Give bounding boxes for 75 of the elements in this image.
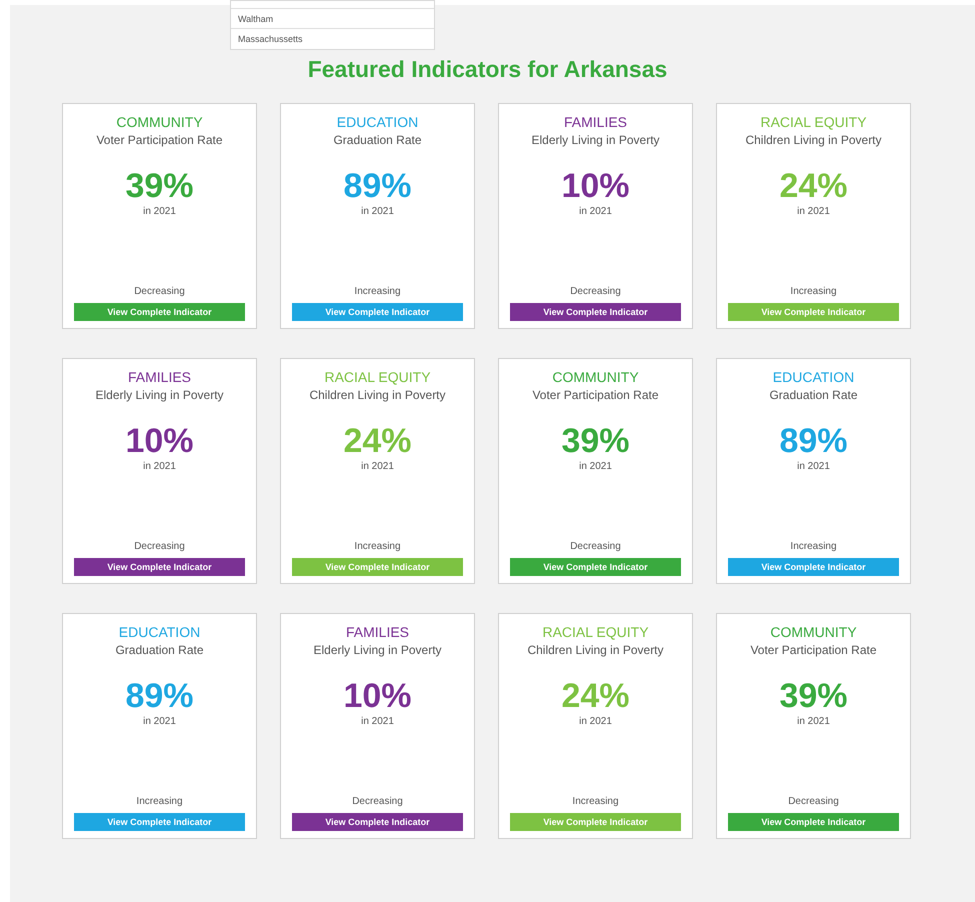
view-indicator-button[interactable]: View Complete Indicator bbox=[74, 303, 245, 321]
trend-label: Increasing bbox=[572, 795, 619, 809]
indicator-value: 10% bbox=[561, 167, 630, 205]
indicator-name: Graduation Rate bbox=[115, 642, 204, 659]
page-heading: Featured Indicators for Arkansas bbox=[308, 55, 668, 84]
view-indicator-button[interactable]: View Complete Indicator bbox=[728, 303, 899, 321]
category-label: COMMUNITY bbox=[552, 368, 639, 386]
list-item[interactable]: Massachussetts bbox=[231, 29, 434, 49]
view-indicator-button[interactable]: View Complete Indicator bbox=[292, 813, 463, 831]
indicator-value: 89% bbox=[125, 677, 194, 715]
view-indicator-button[interactable]: View Complete Indicator bbox=[292, 303, 463, 321]
indicator-value: 24% bbox=[779, 167, 848, 205]
indicator-name: Elderly Living in Poverty bbox=[531, 132, 660, 149]
trend-label: Increasing bbox=[136, 795, 183, 809]
view-indicator-button[interactable]: View Complete Indicator bbox=[728, 813, 899, 831]
year-label: in 2021 bbox=[797, 715, 830, 729]
indicator-name: Graduation Rate bbox=[769, 387, 858, 404]
category-label: COMMUNITY bbox=[770, 623, 857, 641]
indicator-value: 39% bbox=[125, 167, 194, 205]
indicator-value: 24% bbox=[343, 422, 412, 460]
category-label: EDUCATION bbox=[118, 623, 200, 641]
trend-label: Decreasing bbox=[788, 795, 839, 809]
trend-label: Decreasing bbox=[134, 285, 185, 299]
indicator-value: 89% bbox=[779, 422, 848, 460]
year-label: in 2021 bbox=[579, 715, 612, 729]
view-indicator-button[interactable]: View Complete Indicator bbox=[292, 558, 463, 576]
category-label: RACIAL EQUITY bbox=[324, 368, 431, 386]
indicator-name: Voter Participation Rate bbox=[96, 132, 223, 149]
category-label: EDUCATION bbox=[772, 368, 854, 386]
year-label: in 2021 bbox=[797, 460, 830, 474]
trend-label: Increasing bbox=[790, 285, 837, 299]
indicator-name: Graduation Rate bbox=[333, 132, 422, 149]
trend-label: Increasing bbox=[354, 540, 401, 554]
trend-label: Decreasing bbox=[134, 540, 185, 554]
indicator-value: 89% bbox=[343, 167, 412, 205]
year-label: in 2021 bbox=[797, 205, 830, 219]
list-item[interactable]: Waltham bbox=[231, 9, 434, 29]
year-label: in 2021 bbox=[143, 460, 176, 474]
category-label: RACIAL EQUITY bbox=[760, 113, 867, 131]
year-label: in 2021 bbox=[143, 205, 176, 219]
trend-label: Increasing bbox=[354, 285, 401, 299]
year-label: in 2021 bbox=[143, 715, 176, 729]
indicator-name: Children Living in Poverty bbox=[309, 387, 446, 404]
trend-label: Decreasing bbox=[352, 795, 403, 809]
trend-label: Increasing bbox=[790, 540, 837, 554]
indicator-name: Elderly Living in Poverty bbox=[95, 387, 224, 404]
year-label: in 2021 bbox=[361, 205, 394, 219]
indicator-name: Children Living in Poverty bbox=[745, 132, 882, 149]
indicator-value: 39% bbox=[779, 677, 848, 715]
view-indicator-button[interactable]: View Complete Indicator bbox=[510, 558, 681, 576]
category-label: FAMILIES bbox=[128, 368, 192, 386]
indicator-value: 10% bbox=[125, 422, 194, 460]
trend-label: Decreasing bbox=[570, 285, 621, 299]
category-label: COMMUNITY bbox=[116, 113, 203, 131]
indicator-name: Children Living in Poverty bbox=[527, 642, 664, 659]
trend-label: Decreasing bbox=[570, 540, 621, 554]
year-label: in 2021 bbox=[579, 460, 612, 474]
year-label: in 2021 bbox=[579, 205, 612, 219]
view-indicator-button[interactable]: View Complete Indicator bbox=[74, 813, 245, 831]
view-indicator-button[interactable]: View Complete Indicator bbox=[510, 813, 681, 831]
view-indicator-button[interactable]: View Complete Indicator bbox=[728, 558, 899, 576]
indicator-value: 10% bbox=[343, 677, 412, 715]
indicator-value: 24% bbox=[561, 677, 630, 715]
view-indicator-button[interactable]: View Complete Indicator bbox=[74, 558, 245, 576]
indicator-name: Voter Participation Rate bbox=[750, 642, 877, 659]
indicator-value: 39% bbox=[561, 422, 630, 460]
indicator-name: Elderly Living in Poverty bbox=[313, 642, 442, 659]
category-label: FAMILIES bbox=[564, 113, 628, 131]
indicator-name: Voter Participation Rate bbox=[532, 387, 659, 404]
year-label: in 2021 bbox=[361, 715, 394, 729]
category-label: FAMILIES bbox=[346, 623, 410, 641]
view-indicator-button[interactable]: View Complete Indicator bbox=[510, 303, 681, 321]
category-label: EDUCATION bbox=[336, 113, 418, 131]
year-label: in 2021 bbox=[361, 460, 394, 474]
category-label: RACIAL EQUITY bbox=[542, 623, 649, 641]
